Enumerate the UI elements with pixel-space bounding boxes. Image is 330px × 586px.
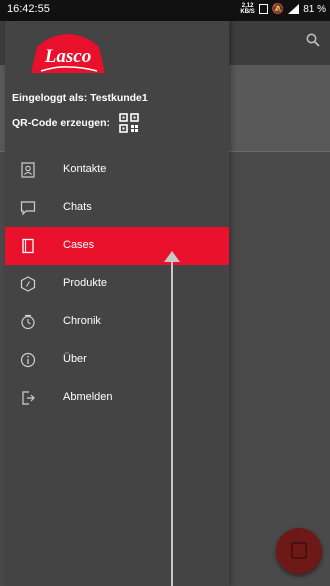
- lasco-logo: Lasco: [31, 34, 105, 73]
- menu-item-abmelden[interactable]: Abmelden: [5, 379, 229, 417]
- status-time: 16:42:55: [7, 3, 50, 15]
- navigation-drawer: Lasco Eingeloggt als: Testkunde1 QR-Code…: [5, 21, 229, 586]
- menu-item-label: Chronik: [63, 315, 101, 327]
- qr-code-row[interactable]: QR-Code erzeugen:: [12, 113, 139, 133]
- menu-item-kontakte[interactable]: Kontakte: [5, 151, 229, 189]
- menu-item-label: Über: [63, 353, 87, 365]
- contacts-icon: [21, 162, 35, 178]
- logout-icon: [22, 391, 35, 405]
- search-icon[interactable]: [306, 33, 320, 50]
- cases-icon: [22, 238, 34, 254]
- menu-item-cases[interactable]: Cases: [5, 227, 229, 265]
- menu-item-label: Produkte: [63, 277, 108, 289]
- svg-text:Lasco: Lasco: [44, 46, 91, 67]
- products-icon: [20, 276, 36, 292]
- menu-item-chats[interactable]: Chats: [5, 189, 229, 227]
- battery-level: 81 %: [303, 3, 326, 15]
- swipe-arrow-line: [171, 261, 173, 586]
- signal-icon: [288, 4, 300, 14]
- menu-item-label: Abmelden: [63, 391, 113, 403]
- network-speed: 2,12 KB/S: [240, 3, 255, 15]
- add-file-icon: [291, 542, 307, 559]
- drawer-menu: Kontakte Chats Cases Produkte Chronik Üb…: [5, 151, 229, 417]
- menu-item-produkte[interactable]: Produkte: [5, 265, 229, 303]
- add-case-fab-button[interactable]: [276, 528, 322, 574]
- qr-code-icon[interactable]: [119, 113, 139, 133]
- mute-icon: 🔕: [271, 3, 285, 15]
- menu-item-uber[interactable]: Über: [5, 341, 229, 379]
- logged-in-user: Eingeloggt als: Testkunde1: [12, 92, 148, 104]
- status-icons: 2,12 KB/S 🔕 81 %: [240, 3, 326, 15]
- status-bar: 16:42:55 2,12 KB/S 🔕 81 %: [0, 0, 330, 21]
- menu-item-label: Cases: [63, 239, 95, 251]
- menu-item-chronik[interactable]: Chronik: [5, 303, 229, 341]
- notification-icon: [258, 4, 268, 14]
- chat-icon: [20, 201, 36, 216]
- qr-code-label: QR-Code erzeugen:: [12, 117, 111, 129]
- menu-item-label: Chats: [63, 201, 92, 213]
- menu-item-label: Kontakte: [63, 163, 107, 175]
- info-icon: [20, 352, 36, 368]
- history-icon: [21, 314, 35, 330]
